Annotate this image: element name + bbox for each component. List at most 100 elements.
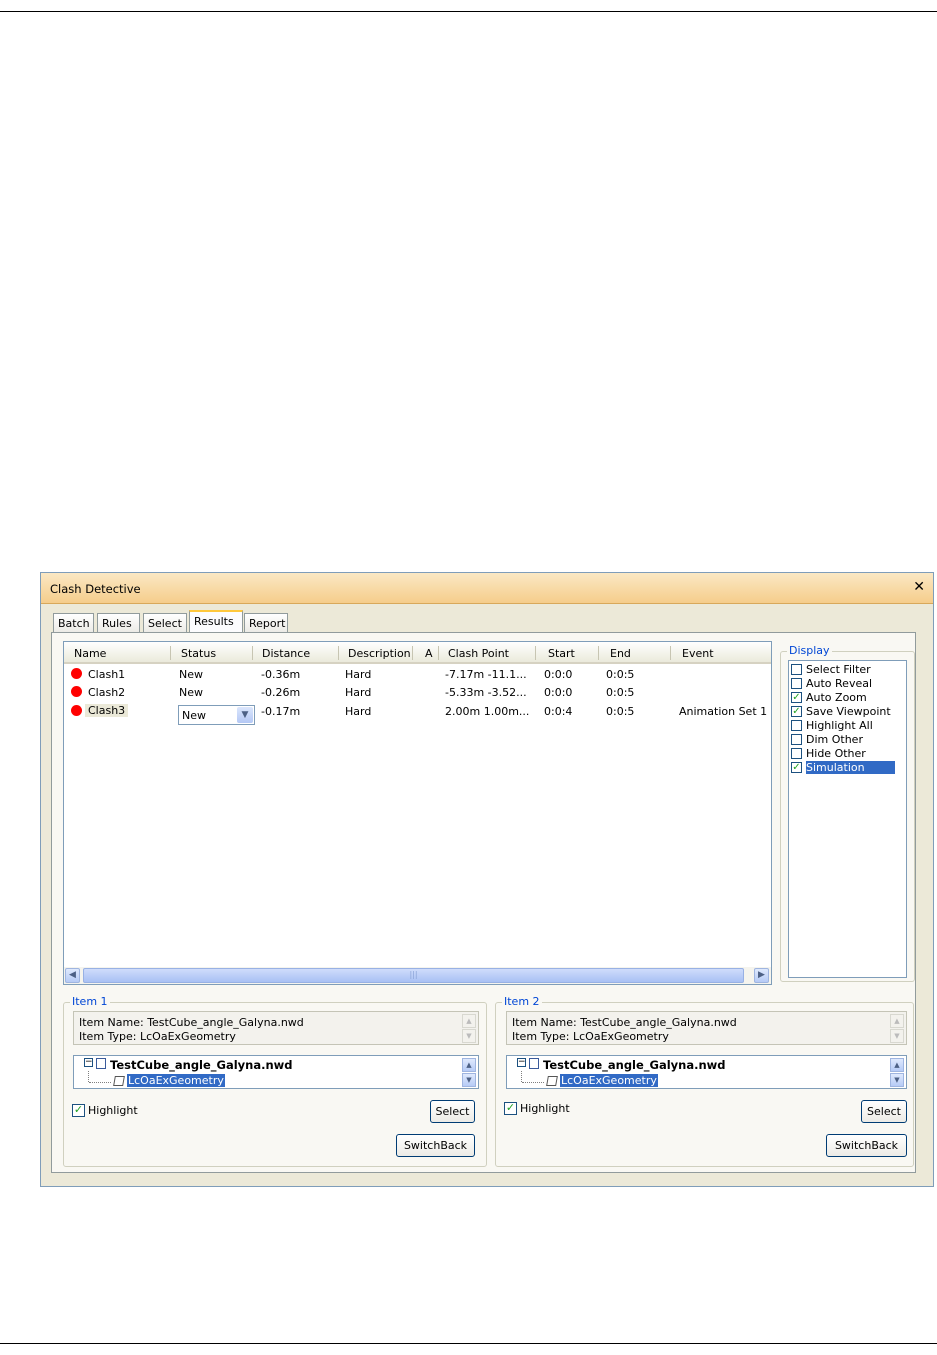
col-header-a[interactable]: A	[425, 647, 433, 660]
item1-info-scrollbar[interactable]: ▲ ▼	[462, 1014, 476, 1044]
display-legend: Display	[787, 644, 832, 657]
item2-name: Item Name: TestCube_angle_Galyna.nwd	[512, 1016, 737, 1029]
col-header-clash-point[interactable]: Clash Point	[448, 647, 509, 660]
scroll-down-icon[interactable]: ▼	[462, 1029, 476, 1043]
status-dropdown[interactable]: New ▼	[178, 705, 255, 725]
option-label: Auto Zoom	[806, 691, 867, 704]
scroll-up-icon[interactable]: ▲	[462, 1014, 476, 1028]
collapse-icon[interactable]: −	[517, 1058, 526, 1067]
checkbox[interactable]	[791, 748, 802, 759]
checkmark-icon[interactable]: ✓	[791, 762, 802, 773]
tree-child-label: LcOaExGeometry	[560, 1074, 658, 1087]
item2-select-button[interactable]: Select	[861, 1100, 907, 1123]
scroll-up-icon[interactable]: ▲	[890, 1014, 904, 1028]
tab-select[interactable]: Select	[143, 613, 187, 632]
col-header-status[interactable]: Status	[181, 647, 216, 660]
row-distance: -0.26m	[261, 686, 301, 699]
option-auto-zoom[interactable]: ✓ Auto Zoom	[791, 691, 907, 705]
option-highlight-all[interactable]: Highlight All	[791, 719, 907, 733]
checkbox[interactable]	[791, 664, 802, 675]
collapse-icon[interactable]: −	[84, 1058, 93, 1067]
checkmark-icon[interactable]: ✓	[504, 1102, 517, 1115]
col-header-start[interactable]: Start	[548, 647, 575, 660]
tree-line	[521, 1071, 523, 1082]
checkmark-icon[interactable]: ✓	[791, 706, 802, 717]
tree-line	[88, 1071, 90, 1082]
scroll-down-icon[interactable]: ▼	[462, 1073, 476, 1087]
tree-child-item[interactable]: LcOaExGeometry	[127, 1074, 225, 1087]
row-clash-point: -5.33m -3.52...	[445, 686, 527, 699]
table-row[interactable]: Clash3 New ▼ -0.17m Hard 2.00m 1.00m... …	[64, 703, 771, 725]
option-label: Dim Other	[806, 733, 863, 746]
item2-tree-scrollbar[interactable]: ▲ ▼	[890, 1058, 904, 1088]
tree-child-item[interactable]: LcOaExGeometry	[560, 1074, 658, 1087]
tab-batch[interactable]: Batch	[53, 613, 94, 632]
item1-select-button[interactable]: Select	[430, 1100, 475, 1123]
col-header-name[interactable]: Name	[74, 647, 106, 660]
tree-root-label[interactable]: TestCube_angle_Galyna.nwd	[543, 1058, 726, 1072]
option-hide-other[interactable]: Hide Other	[791, 747, 907, 761]
title-bar[interactable]: Clash Detective ✕	[41, 573, 933, 604]
table-header: Name Status Distance Description A Clash…	[64, 642, 771, 664]
row-description: Hard	[345, 686, 372, 699]
checkmark-icon[interactable]: ✓	[72, 1104, 85, 1117]
col-header-event[interactable]: Event	[682, 647, 714, 660]
item2-switchback-button[interactable]: SwitchBack	[826, 1134, 907, 1157]
chevron-down-icon[interactable]: ▼	[237, 707, 253, 723]
scroll-up-icon[interactable]: ▲	[462, 1058, 476, 1072]
item2-info: Item Name: TestCube_angle_Galyna.nwd Ite…	[506, 1011, 907, 1045]
checkbox[interactable]	[791, 720, 802, 731]
window-title: Clash Detective	[50, 582, 141, 596]
row-start: 0:0:4	[544, 705, 573, 718]
row-clash-point: 2.00m 1.00m...	[445, 705, 530, 718]
item1-switchback-button[interactable]: SwitchBack	[396, 1134, 475, 1157]
col-header-distance[interactable]: Distance	[262, 647, 310, 660]
horizontal-scrollbar[interactable]: ◀ ||| ▶	[64, 967, 771, 984]
tree-root-label[interactable]: TestCube_angle_Galyna.nwd	[110, 1058, 293, 1072]
scroll-up-icon[interactable]: ▲	[890, 1058, 904, 1072]
row-status: New	[179, 686, 203, 699]
item2-info-scrollbar[interactable]: ▲ ▼	[890, 1014, 904, 1044]
option-auto-reveal[interactable]: Auto Reveal	[791, 677, 907, 691]
file-icon	[529, 1058, 539, 1069]
option-label: Select Filter	[806, 663, 871, 676]
item2-type: Item Type: LcOaExGeometry	[512, 1030, 669, 1043]
option-simulation[interactable]: ✓ Simulation	[791, 761, 907, 775]
item1-tree: − TestCube_angle_Galyna.nwd LcOaExGeomet…	[73, 1055, 479, 1089]
tab-rules[interactable]: Rules	[97, 613, 140, 632]
clash-detective-window: Clash Detective ✕ Batch Rules Select Res…	[40, 572, 934, 1187]
col-header-end[interactable]: End	[610, 647, 631, 660]
scroll-down-icon[interactable]: ▼	[890, 1073, 904, 1087]
scroll-left-icon[interactable]: ◀	[65, 968, 80, 983]
tab-results[interactable]: Results	[189, 610, 243, 633]
row-start: 0:0:0	[544, 686, 573, 699]
scroll-right-icon[interactable]: ▶	[754, 968, 769, 983]
option-save-viewpoint[interactable]: ✓ Save Viewpoint	[791, 705, 907, 719]
row-name: Clash3	[85, 704, 129, 717]
tree-child-label: LcOaExGeometry	[127, 1074, 225, 1087]
scroll-thumb[interactable]: |||	[83, 968, 744, 983]
option-select-filter[interactable]: Select Filter	[791, 663, 907, 677]
status-dot-icon	[71, 668, 82, 679]
checkbox[interactable]	[791, 678, 802, 689]
checkmark-icon[interactable]: ✓	[791, 692, 802, 703]
option-label: Hide Other	[806, 747, 866, 760]
page-footer-rule	[0, 1343, 937, 1344]
item1-tree-scrollbar[interactable]: ▲ ▼	[462, 1058, 476, 1088]
table-row[interactable]: Clash2 New -0.26m Hard -5.33m -3.52... 0…	[64, 684, 771, 702]
item1-name: Item Name: TestCube_angle_Galyna.nwd	[79, 1016, 304, 1029]
option-dim-other[interactable]: Dim Other	[791, 733, 907, 747]
table-row[interactable]: Clash1 New -0.36m Hard -7.17m -11.1... 0…	[64, 666, 771, 684]
option-label: Highlight All	[806, 719, 873, 732]
col-header-description[interactable]: Description	[348, 647, 411, 660]
tab-report[interactable]: Report	[244, 613, 288, 632]
highlight-label: Highlight	[520, 1102, 570, 1115]
option-label: Simulation	[806, 761, 895, 774]
row-clash-point: -7.17m -11.1...	[445, 668, 527, 681]
row-end: 0:0:5	[606, 705, 635, 718]
row-end: 0:0:5	[606, 686, 635, 699]
checkbox[interactable]	[791, 734, 802, 745]
row-start: 0:0:0	[544, 668, 573, 681]
scroll-down-icon[interactable]: ▼	[890, 1029, 904, 1043]
close-icon[interactable]: ✕	[913, 579, 925, 595]
